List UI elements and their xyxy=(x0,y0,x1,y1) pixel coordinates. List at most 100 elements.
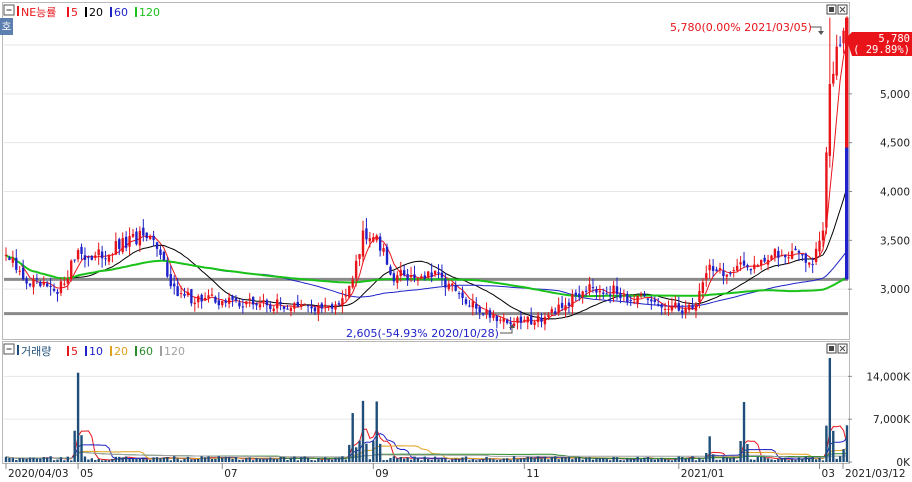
candle-body xyxy=(306,305,310,307)
volume-bar xyxy=(66,456,69,462)
price-tick-label: 4,000 xyxy=(880,187,910,199)
volume-bar xyxy=(35,458,39,462)
volume-bar xyxy=(21,458,25,462)
candle-body xyxy=(454,285,457,291)
volume-bar xyxy=(790,459,794,462)
candle-body xyxy=(766,259,770,265)
candle-body xyxy=(660,304,663,308)
volume-bar xyxy=(138,458,142,462)
volume-bar xyxy=(341,456,344,462)
volume-maximize-icon-glyph xyxy=(829,346,834,351)
volume-bar xyxy=(502,458,505,462)
candle-body xyxy=(756,264,759,266)
candle-body xyxy=(159,249,162,255)
volume-bar xyxy=(42,457,45,462)
candle-body xyxy=(42,281,45,285)
candle-body xyxy=(152,235,155,240)
candle-body xyxy=(234,298,238,301)
candle-body xyxy=(248,298,251,300)
candle-body xyxy=(186,291,190,296)
candle-body xyxy=(770,255,773,260)
legend-swatch xyxy=(67,346,69,356)
candle-body xyxy=(663,308,667,310)
candle-body xyxy=(811,264,814,266)
candle-body xyxy=(804,253,808,263)
volume-bar xyxy=(626,458,629,462)
candle-body xyxy=(560,302,564,308)
legend-ma-label: 120 xyxy=(164,345,185,358)
candle-body xyxy=(773,249,777,257)
volume-bar xyxy=(660,457,663,462)
volume-bar xyxy=(45,457,49,462)
candle-body xyxy=(258,304,262,308)
candle-body xyxy=(715,269,718,272)
candle-body xyxy=(481,313,485,315)
candle-body xyxy=(608,294,612,296)
candle-body xyxy=(330,304,334,309)
candle-body xyxy=(584,290,588,292)
volume-bar xyxy=(224,456,227,462)
candle-body xyxy=(303,303,306,305)
volume-bar xyxy=(787,460,790,462)
volume-bar xyxy=(324,457,327,462)
volume-bar xyxy=(725,457,729,462)
volume-bar xyxy=(70,460,73,462)
volume-bar xyxy=(595,458,598,462)
volume-bar xyxy=(217,456,221,462)
candle-body xyxy=(763,257,766,262)
candle-body xyxy=(509,322,512,325)
volume-bar xyxy=(663,459,667,462)
volume-bar xyxy=(399,457,402,462)
volume-bar xyxy=(698,458,701,462)
candle-body xyxy=(529,315,533,325)
volume-bar xyxy=(265,459,269,462)
volume-bar xyxy=(238,459,241,462)
candle-body xyxy=(650,299,653,302)
candle-body xyxy=(787,257,790,259)
candle-body xyxy=(15,257,18,270)
candle-body xyxy=(416,279,420,281)
candle-body xyxy=(372,237,375,242)
candle-body xyxy=(155,242,159,249)
candle-body xyxy=(32,279,35,288)
volume-bar xyxy=(207,456,210,462)
candle-body xyxy=(128,236,131,247)
candle-body xyxy=(475,303,478,309)
candle-body xyxy=(674,302,677,308)
candle-body xyxy=(653,299,656,302)
candle-body xyxy=(97,249,100,256)
volume-bar xyxy=(560,457,564,462)
candle-body xyxy=(272,308,275,312)
volume-bar xyxy=(193,459,196,462)
date-label: 05 xyxy=(80,468,93,480)
volume-bar xyxy=(722,456,725,462)
candle-body xyxy=(797,250,801,253)
volume-bar xyxy=(18,458,21,462)
candle-body xyxy=(221,300,224,306)
legend-swatch xyxy=(135,7,137,17)
volume-bar xyxy=(83,456,87,462)
candle-body xyxy=(124,236,128,248)
volume-bar xyxy=(794,459,797,462)
candle-body xyxy=(732,270,735,272)
candle-body xyxy=(735,265,739,271)
volume-bar xyxy=(444,458,447,462)
candle-body xyxy=(76,250,80,260)
candle-body xyxy=(245,301,248,305)
volume-bar xyxy=(402,458,406,462)
volume-bar xyxy=(406,457,409,462)
candle-body xyxy=(749,268,753,271)
volume-bar xyxy=(234,457,238,462)
volume-bar xyxy=(251,460,255,462)
volume-bar xyxy=(567,456,571,462)
candle-body xyxy=(227,297,231,304)
candle-body xyxy=(794,248,797,251)
volume-bar xyxy=(423,456,426,462)
candle-body xyxy=(73,259,76,261)
volume-bar xyxy=(166,457,169,462)
volume-bar xyxy=(275,458,279,462)
candle-body xyxy=(581,291,584,297)
volume-bar xyxy=(753,459,756,462)
candle-body xyxy=(337,303,341,305)
volume-bar xyxy=(632,458,636,462)
